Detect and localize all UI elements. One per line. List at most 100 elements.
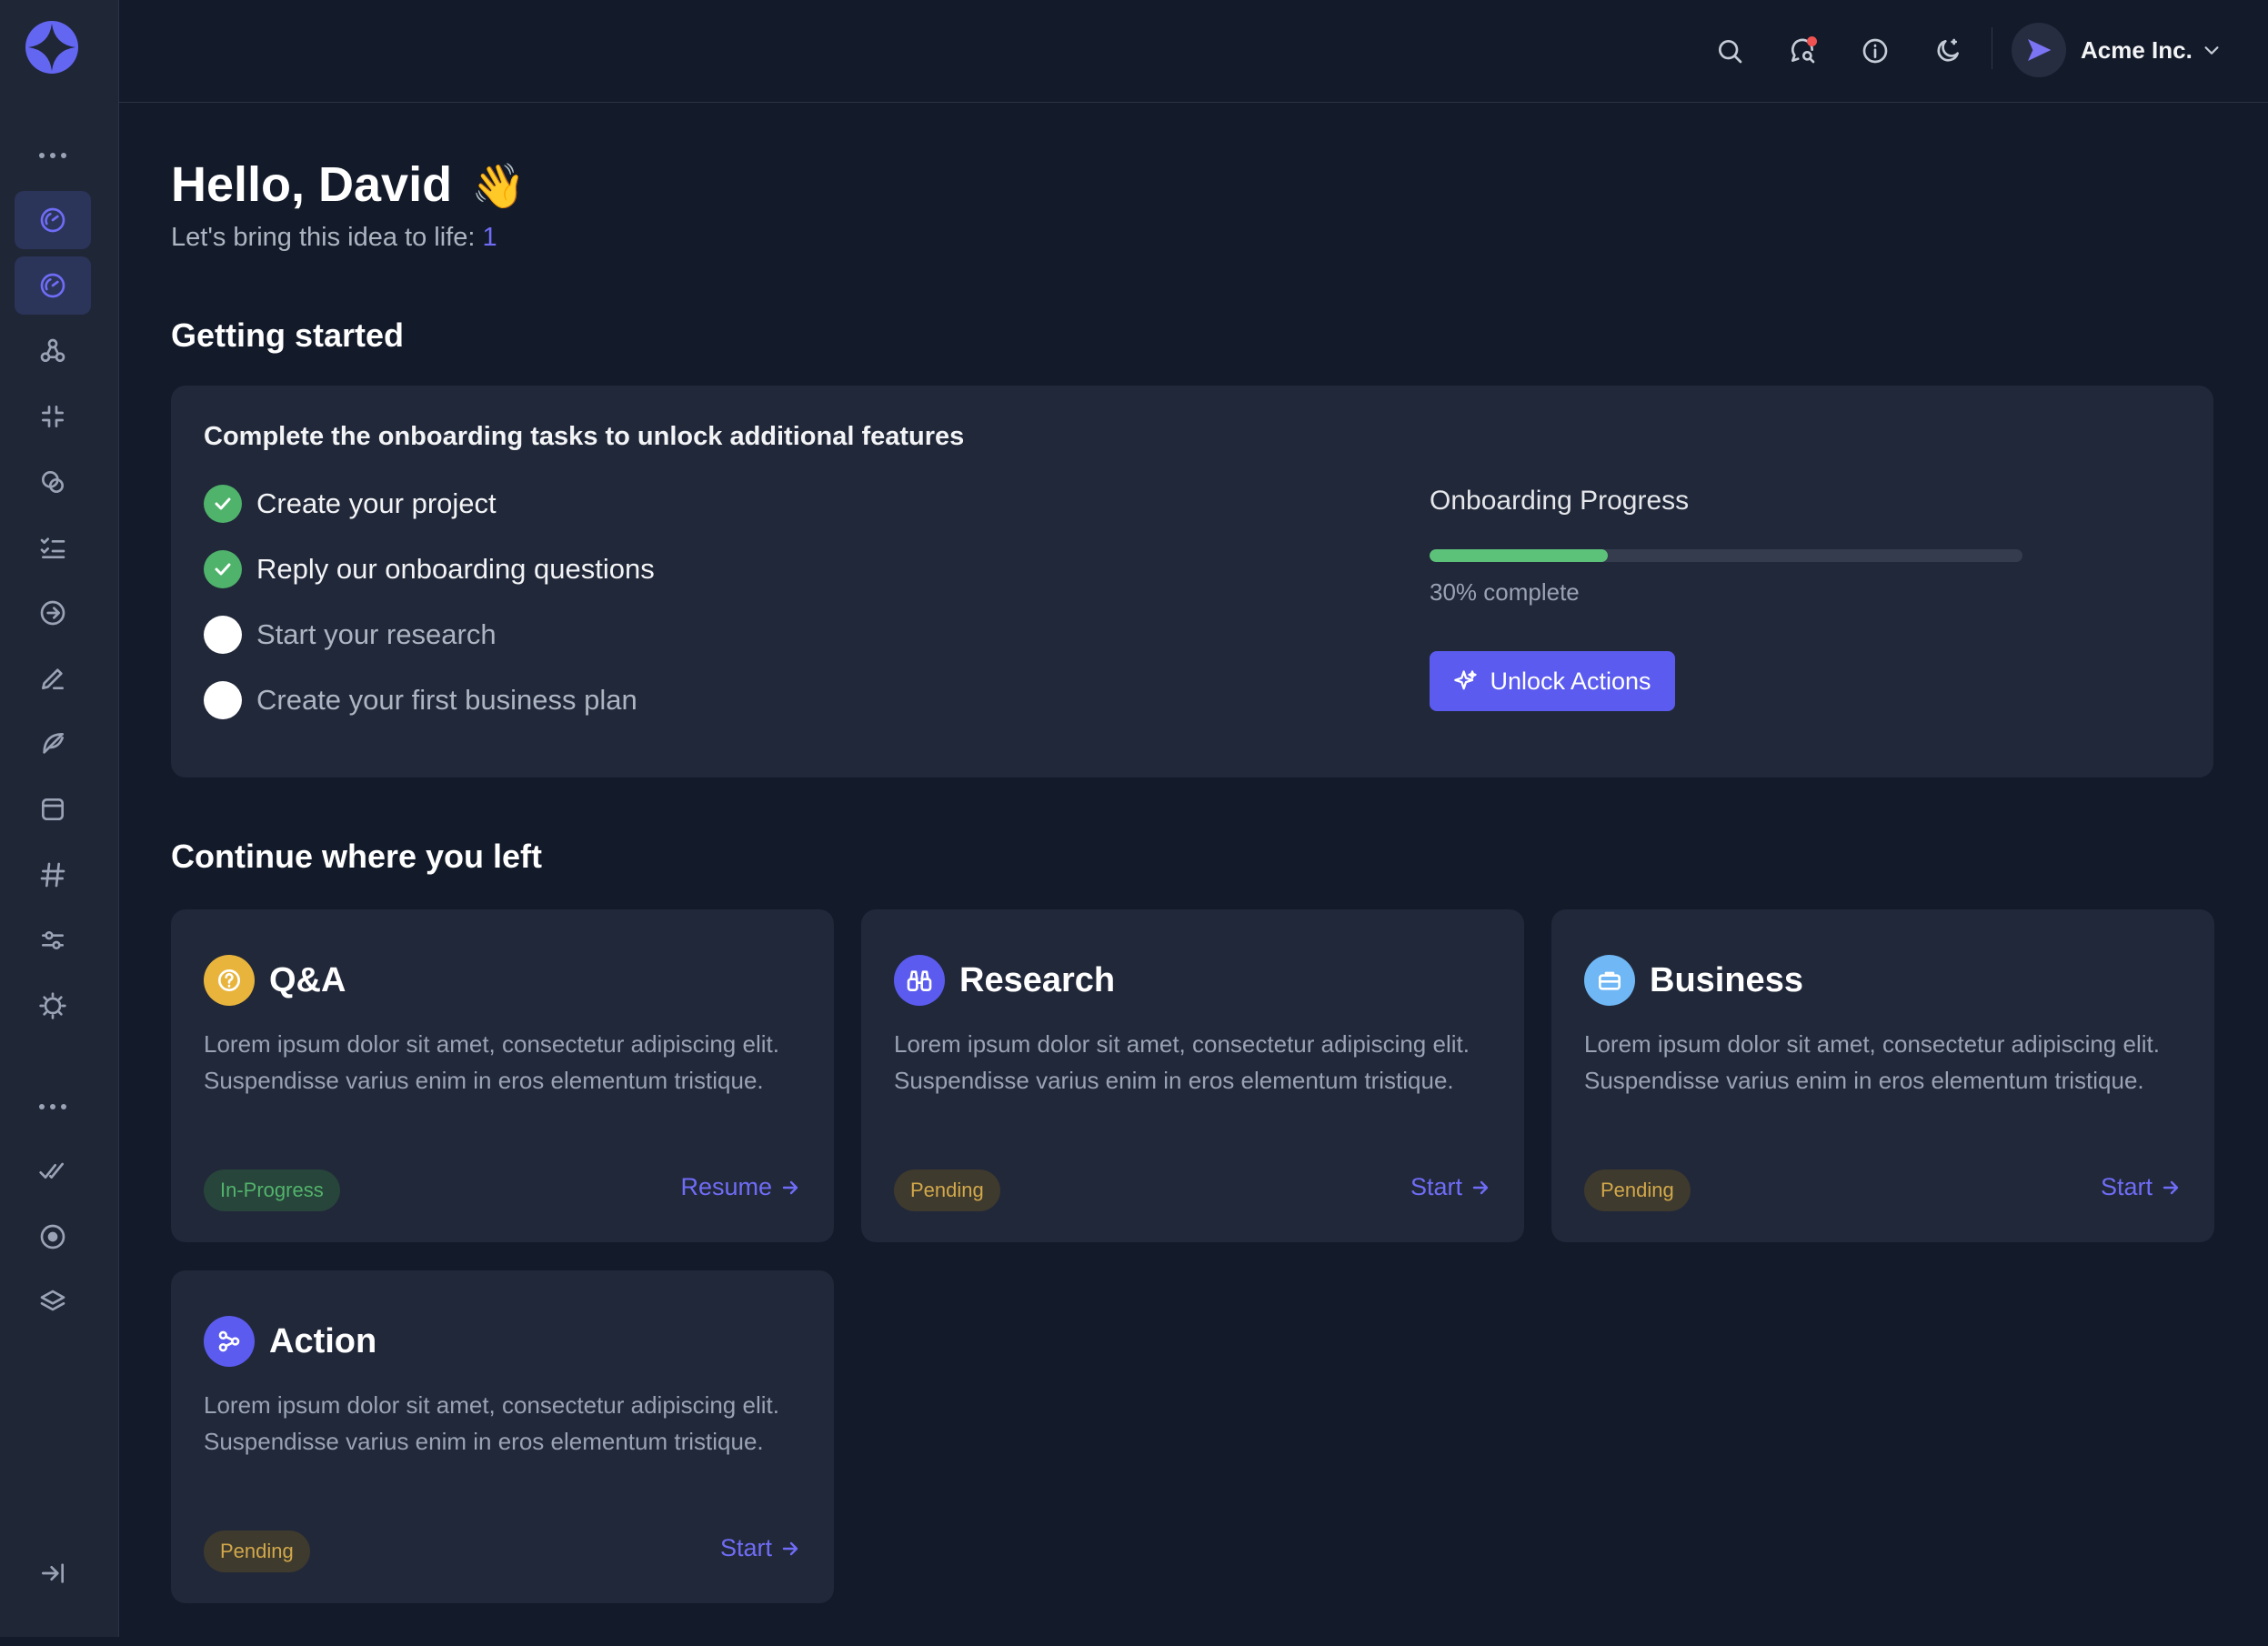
search-button[interactable] bbox=[1708, 29, 1751, 73]
resume-link[interactable]: Resume bbox=[680, 1173, 801, 1201]
shapes-icon bbox=[41, 471, 64, 493]
unlock-actions-label: Unlock Actions bbox=[1490, 667, 1651, 695]
page-title: Hello, David 👋 bbox=[171, 156, 526, 213]
task-item[interactable]: Reply our onboarding questions bbox=[204, 549, 655, 589]
onboarding-card: Complete the onboarding tasks to unlock … bbox=[171, 386, 2213, 778]
sidebar-item-edit[interactable] bbox=[15, 649, 91, 708]
hash-icon bbox=[40, 862, 65, 888]
task-label: Reply our onboarding questions bbox=[256, 553, 655, 585]
check-circle-icon bbox=[204, 485, 242, 523]
sun-icon bbox=[39, 992, 66, 1019]
target-icon bbox=[40, 1224, 65, 1250]
binoculars-icon bbox=[894, 955, 945, 1006]
task-item[interactable]: Create your project bbox=[204, 484, 497, 524]
empty-circle-icon bbox=[204, 616, 242, 654]
arrow-right-icon bbox=[1472, 1180, 1489, 1194]
wave-emoji: 👋 bbox=[471, 163, 526, 211]
sidebar-item-overview[interactable] bbox=[15, 256, 91, 315]
card-description: Lorem ipsum dolor sit amet, consectetur … bbox=[894, 1030, 1470, 1094]
briefcase-icon bbox=[1584, 955, 1635, 1006]
greeting-text: Hello, David bbox=[171, 157, 453, 212]
arrow-right-icon bbox=[2163, 1180, 2179, 1194]
sidebar-more-icon[interactable] bbox=[15, 142, 91, 169]
sidebar bbox=[0, 0, 119, 1637]
theme-toggle-button[interactable] bbox=[1926, 29, 1970, 73]
card-action-label: Start bbox=[719, 1534, 772, 1561]
task-label: Create your project bbox=[256, 487, 497, 519]
org-name: Acme Inc. bbox=[2081, 35, 2193, 64]
card-title: Business bbox=[1650, 961, 1803, 999]
sidebar-item-login[interactable] bbox=[15, 584, 91, 642]
sidebar-item-filters[interactable] bbox=[15, 911, 91, 969]
card-title: Research bbox=[959, 961, 1116, 999]
continue-heading: Continue where you left bbox=[171, 838, 543, 875]
progress-title: Onboarding Progress bbox=[1430, 486, 1690, 516]
arrow-right-icon bbox=[782, 1180, 798, 1194]
status-badge: Pending bbox=[1584, 1169, 1691, 1211]
window-icon bbox=[42, 798, 64, 820]
logo-icon bbox=[25, 21, 78, 74]
sidebar-item-target[interactable] bbox=[15, 1208, 91, 1266]
sidebar-item-tasks[interactable] bbox=[15, 518, 91, 577]
getting-started-heading: Getting started bbox=[171, 316, 405, 354]
minimize-icon bbox=[42, 406, 64, 427]
card-action[interactable]: Action Lorem ipsum dolor sit amet, conse… bbox=[171, 1270, 834, 1603]
info-button[interactable] bbox=[1853, 29, 1897, 73]
sidebar-item-shapes[interactable] bbox=[15, 453, 91, 511]
sidebar-item-network[interactable] bbox=[15, 322, 91, 380]
question-circle-icon bbox=[204, 955, 255, 1006]
arrow-right-icon bbox=[782, 1541, 798, 1555]
task-item[interactable]: Start your research bbox=[204, 615, 497, 655]
info-icon bbox=[1862, 38, 1888, 64]
status-badge: Pending bbox=[204, 1531, 310, 1572]
network-icon bbox=[40, 338, 65, 362]
sidebar-item-window[interactable] bbox=[15, 780, 91, 838]
sidebar-item-settings[interactable] bbox=[15, 977, 91, 1035]
card-description: Lorem ipsum dolor sit amet, consectetur … bbox=[1584, 1030, 2160, 1094]
card-research[interactable]: Research Lorem ipsum dolor sit amet, con… bbox=[861, 909, 1524, 1242]
sidebar-item-channels[interactable] bbox=[15, 846, 91, 904]
top-bar: Acme Inc. bbox=[119, 0, 2268, 103]
status-badge: In-Progress bbox=[204, 1169, 340, 1211]
layers-icon bbox=[40, 1290, 65, 1311]
notifications-button[interactable] bbox=[1781, 29, 1824, 73]
chevron-down-icon bbox=[2202, 40, 2222, 60]
unlock-actions-button[interactable]: Unlock Actions bbox=[1430, 651, 1675, 711]
gauge-icon bbox=[40, 273, 65, 298]
progress-bar-fill bbox=[1430, 549, 1608, 562]
sidebar-item-design[interactable] bbox=[15, 715, 91, 773]
sliders-icon bbox=[42, 931, 64, 949]
card-qa[interactable]: Q&A Lorem ipsum dolor sit amet, consecte… bbox=[171, 909, 834, 1242]
app-logo[interactable] bbox=[25, 20, 79, 75]
org-avatar bbox=[2012, 23, 2066, 77]
card-description: Lorem ipsum dolor sit amet, consectetur … bbox=[204, 1030, 779, 1094]
start-link[interactable]: Start bbox=[720, 1534, 801, 1562]
double-check-icon bbox=[39, 1162, 64, 1179]
task-item[interactable]: Create your first business plan bbox=[204, 680, 637, 720]
pencil-icon bbox=[42, 668, 64, 689]
sidebar-item-done[interactable] bbox=[15, 1142, 91, 1200]
checklist-icon bbox=[40, 537, 65, 558]
subtitle-value[interactable]: 1 bbox=[482, 223, 497, 252]
check-circle-icon bbox=[204, 550, 242, 588]
sidebar-more-icon-2[interactable] bbox=[15, 1093, 91, 1120]
search-icon bbox=[1719, 40, 1742, 64]
notification-dot bbox=[1807, 36, 1817, 46]
sidebar-item-layers[interactable] bbox=[15, 1273, 91, 1331]
send-icon bbox=[2028, 39, 2052, 61]
gauge-icon bbox=[40, 207, 65, 233]
start-link[interactable]: Start bbox=[1410, 1173, 1491, 1201]
card-title: Action bbox=[269, 1322, 377, 1360]
org-switcher[interactable]: Acme Inc. bbox=[2012, 22, 2222, 78]
sidebar-item-collapse[interactable] bbox=[15, 387, 91, 446]
sidebar-collapse-button[interactable] bbox=[15, 1544, 91, 1602]
card-action-label: Start bbox=[1410, 1173, 1462, 1200]
moon-icon bbox=[1937, 38, 1959, 62]
task-label: Create your first business plan bbox=[256, 684, 637, 716]
onboarding-title: Complete the onboarding tasks to unlock … bbox=[204, 422, 965, 451]
card-business[interactable]: Business Lorem ipsum dolor sit amet, con… bbox=[1551, 909, 2214, 1242]
sparkles-icon bbox=[1454, 670, 1478, 690]
sidebar-item-dashboard[interactable] bbox=[15, 191, 91, 249]
status-badge: Pending bbox=[894, 1169, 1000, 1211]
start-link[interactable]: Start bbox=[2101, 1173, 2182, 1201]
